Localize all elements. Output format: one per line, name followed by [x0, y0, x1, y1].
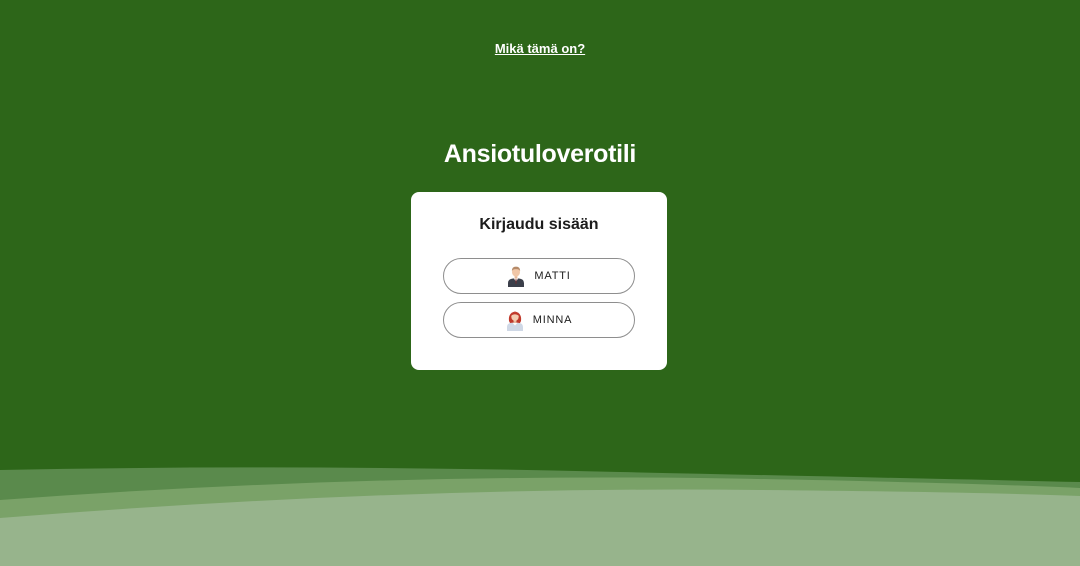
woman-avatar-icon — [506, 311, 523, 331]
app-title: Ansiotuloverotili — [443, 140, 637, 168]
login-button-matti[interactable]: MATTI — [443, 258, 635, 294]
login-heading: Kirjaudu sisään — [479, 216, 599, 233]
user-label-minna: MINNA — [532, 314, 573, 326]
login-button-minna[interactable]: MINNA — [443, 302, 635, 338]
login-card: Kirjaudu sisään MATTI MINNA — [411, 192, 667, 370]
login-page: Mikä tämä on? Ansiotuloverotili Kirjaudu… — [0, 0, 1080, 566]
help-link-container: Mikä tämä on? — [0, 40, 1080, 58]
decorative-waves — [0, 467, 1080, 566]
user-label-matti: MATTI — [534, 270, 571, 282]
man-avatar-icon — [508, 266, 525, 287]
what-is-this-link[interactable]: Mikä tämä on? — [495, 41, 585, 56]
